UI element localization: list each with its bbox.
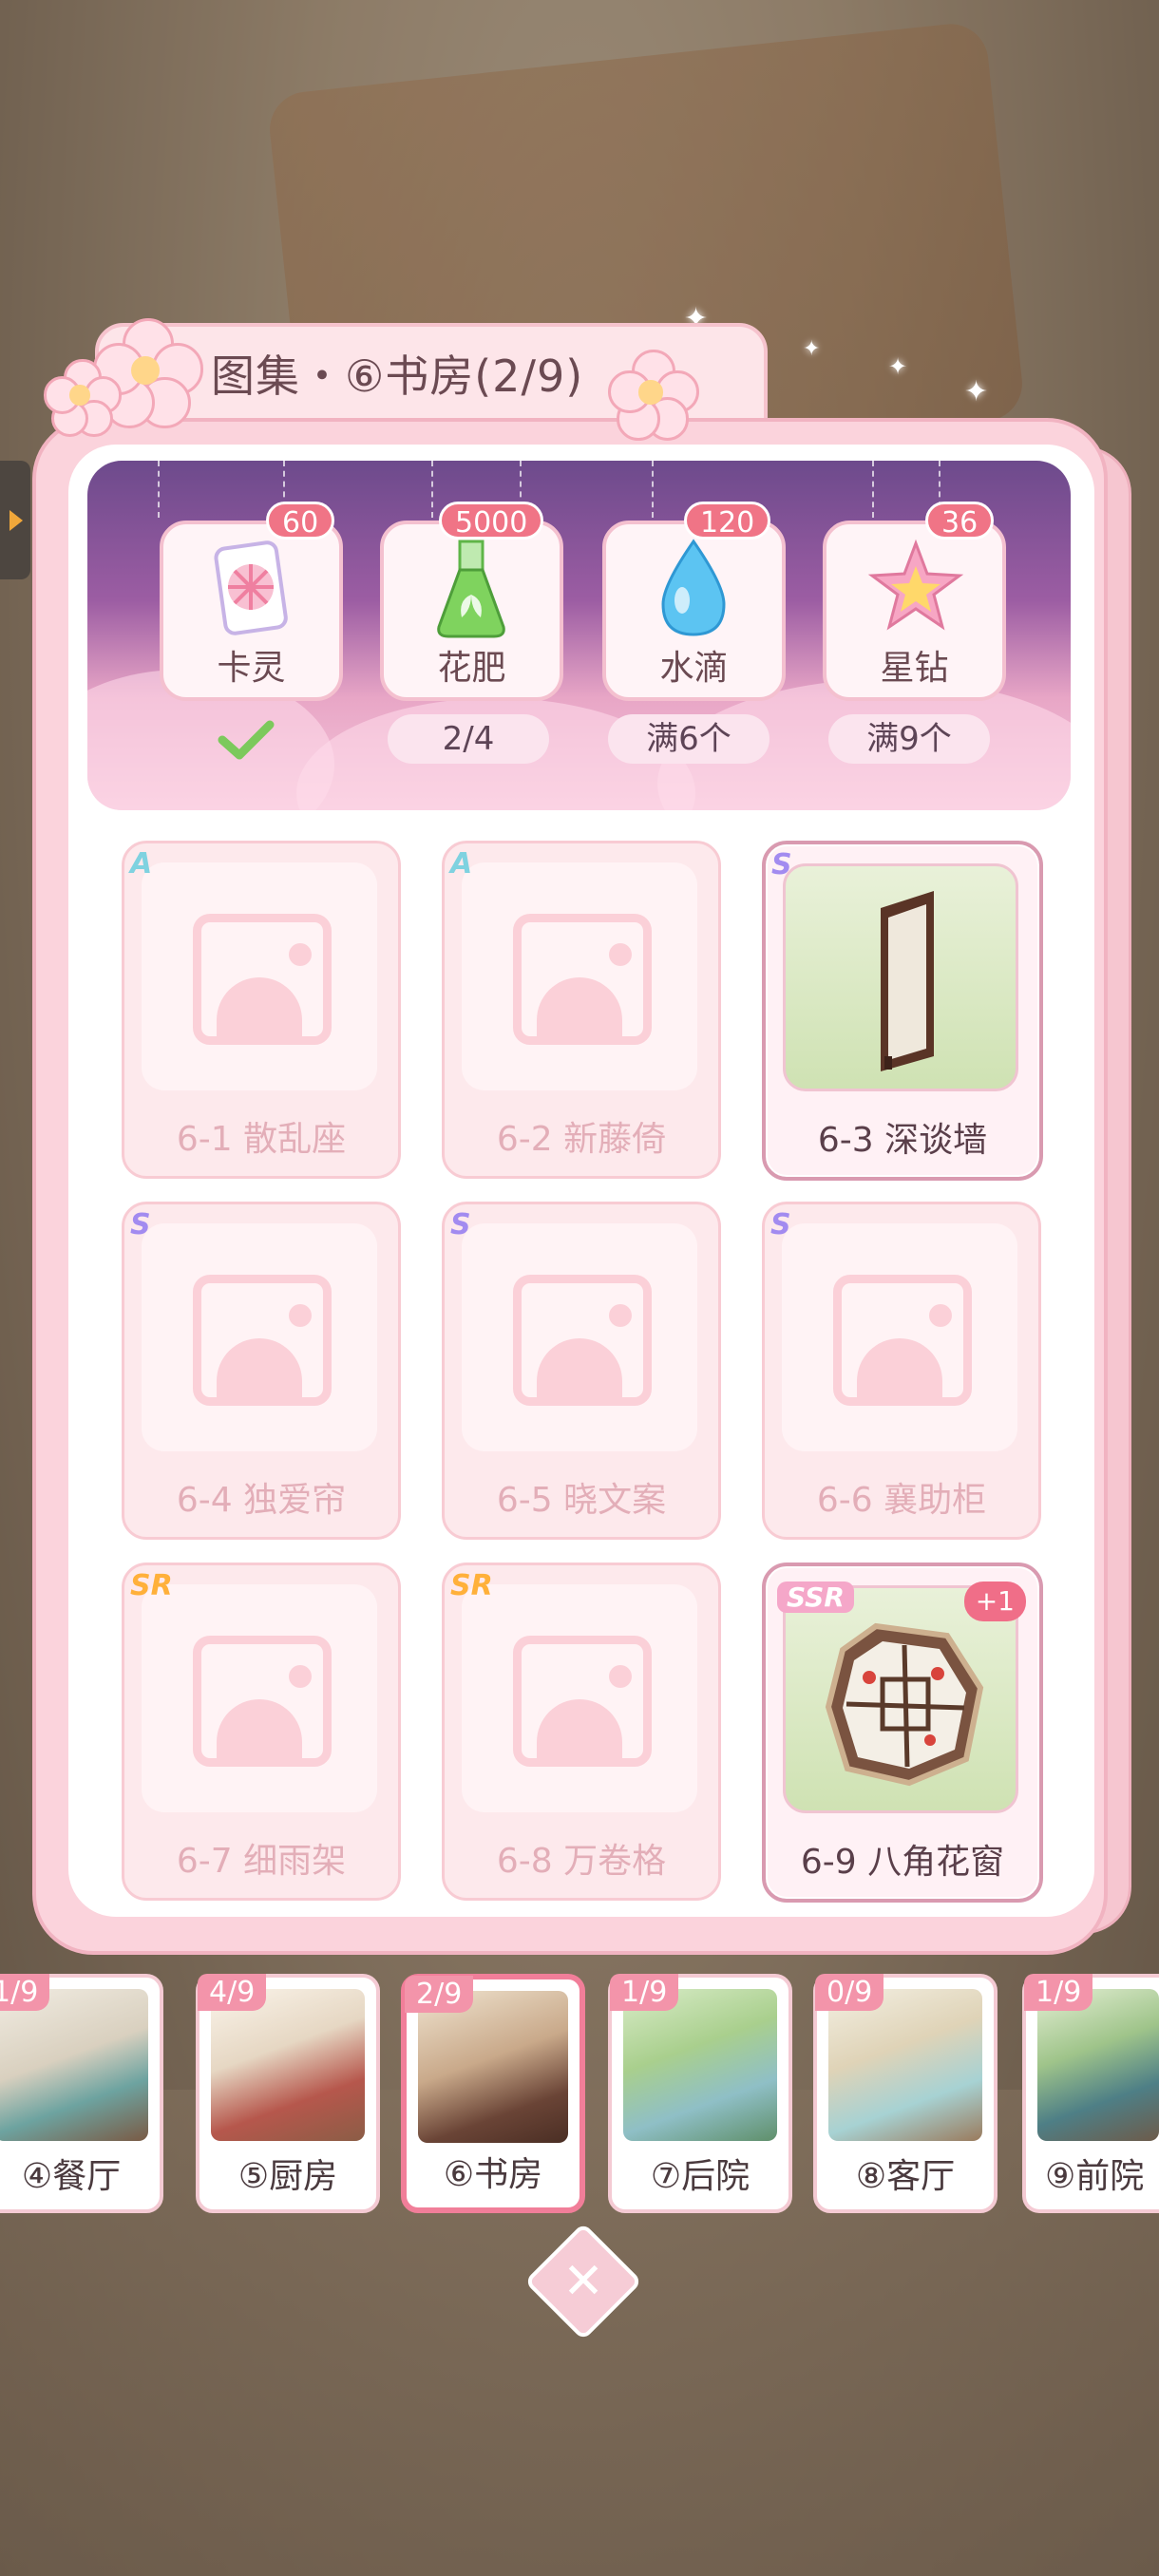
rank-badge: S (771, 848, 792, 881)
reward-card-spirit[interactable]: 卡灵 (160, 521, 343, 701)
room-name: ⑧客厅 (855, 2157, 956, 2196)
sparkle-icon: ✦ (803, 337, 821, 361)
room-tab-living-room[interactable]: 0/9 ⑧客厅 (813, 1974, 998, 2213)
room-thumbnail (0, 1989, 148, 2141)
sparkle-icon: ✦ (964, 375, 989, 408)
item-image-placeholder (142, 1584, 377, 1812)
room-name: ⑦后院 (650, 2157, 750, 2196)
item-name: 6-2 新藤倚 (496, 1120, 667, 1159)
reward-card-water[interactable]: 水滴 (602, 521, 786, 701)
room-name: ⑨前院 (1045, 2157, 1145, 2196)
item-name: 6-9 八角花窗 (800, 1843, 1005, 1882)
rank-badge: SR (450, 1569, 493, 1602)
rank-badge: SR (130, 1569, 173, 1602)
item-image-placeholder (462, 1584, 697, 1812)
item-image (783, 863, 1018, 1091)
reward-condition: 2/4 (388, 714, 549, 764)
rank-badge: A (450, 847, 473, 881)
collection-card[interactable]: A 6-1 散乱座 (122, 841, 401, 1179)
item-image-placeholder (142, 1223, 377, 1451)
image-placeholder-icon (833, 1275, 972, 1406)
room-progress-badge: 1/9 (0, 1974, 50, 2011)
page-title: 图集・⑥书房(2/9) (211, 350, 584, 402)
image-placeholder-icon (513, 914, 652, 1045)
water-drop-icon (661, 539, 726, 636)
reward-condition: 满9个 (828, 714, 990, 764)
collection-card[interactable]: S 6-3 深谈墙 (762, 841, 1043, 1181)
card-icon (214, 540, 288, 635)
room-tab-kitchen[interactable]: 4/9 ⑤厨房 (196, 1974, 380, 2213)
item-name: 6-5 晓文案 (496, 1481, 667, 1520)
image-placeholder-icon (513, 1636, 652, 1767)
reward-count-badge: 5000 (439, 502, 544, 540)
room-thumbnail (418, 1991, 568, 2143)
room-thumbnail (1037, 1989, 1159, 2141)
item-name: 6-1 散乱座 (176, 1120, 347, 1159)
rank-badge: S (130, 1208, 151, 1241)
reward-label: 花肥 (437, 649, 506, 688)
collection-card[interactable]: SSR +1 6-9 八角花窗 (762, 1563, 1043, 1903)
room-name: ④餐厅 (21, 2157, 122, 2196)
reward-count-badge: 120 (684, 502, 771, 540)
room-thumbnail (211, 1989, 365, 2141)
collection-card[interactable]: S 6-4 独爱帘 (122, 1202, 401, 1540)
room-tab-front-yard[interactable]: 1/9 ⑨前院 (1022, 1974, 1159, 2213)
item-image-placeholder (462, 1223, 697, 1451)
rank-badge: A (130, 847, 153, 881)
rank-badge: S (770, 1208, 791, 1241)
arrow-right-icon (10, 510, 23, 531)
reward-count-badge: 36 (925, 502, 995, 540)
item-image-placeholder (142, 862, 377, 1090)
room-name: ⑤厨房 (238, 2157, 338, 2196)
collection-card[interactable]: S 6-6 襄助柜 (762, 1202, 1041, 1540)
reward-label: 卡灵 (217, 649, 286, 688)
item-image-placeholder (462, 862, 697, 1090)
room-progress-badge: 1/9 (1024, 1974, 1093, 2011)
extra-count-badge: +1 (963, 1582, 1026, 1621)
room-thumbnail (828, 1989, 982, 2141)
room-tab-study[interactable]: 2/9 ⑥书房 (401, 1974, 585, 2213)
item-name: 6-7 细雨架 (176, 1842, 347, 1881)
item-name: 6-8 万卷格 (496, 1842, 667, 1881)
room-progress-badge: 0/9 (815, 1974, 884, 2011)
room-thumbnail (623, 1989, 777, 2141)
item-image-placeholder (782, 1223, 1017, 1451)
side-expand-tab[interactable] (0, 461, 30, 579)
reward-label: 水滴 (659, 649, 729, 688)
item-name: 6-3 深谈墙 (817, 1121, 988, 1160)
rank-badge: S (450, 1208, 471, 1241)
octagonal-window-icon (825, 1622, 984, 1787)
star-diamond-icon (867, 539, 964, 631)
collection-card[interactable]: SR 6-8 万卷格 (442, 1563, 721, 1901)
close-icon: ✕ (562, 2253, 604, 2310)
reward-card-star-diamond[interactable]: 星钻 (823, 521, 1006, 701)
image-placeholder-icon (193, 914, 332, 1045)
wall-screen-icon (881, 891, 934, 1071)
collection-card[interactable]: S 6-5 晓文案 (442, 1202, 721, 1540)
room-tab-backyard[interactable]: 1/9 ⑦后院 (608, 1974, 792, 2213)
collection-card[interactable]: SR 6-7 细雨架 (122, 1563, 401, 1901)
flower-icon (608, 350, 699, 441)
fertilizer-flask-icon (437, 540, 505, 638)
room-progress-badge: 2/9 (405, 1976, 474, 2013)
claimed-check-icon (218, 720, 275, 760)
item-name: 6-6 襄助柜 (816, 1481, 987, 1520)
image-placeholder-icon (193, 1275, 332, 1406)
reward-card-fertilizer[interactable]: 花肥 (380, 521, 563, 701)
image-placeholder-icon (193, 1636, 332, 1767)
room-name: ⑥书房 (443, 2155, 543, 2194)
room-progress-badge: 1/9 (610, 1974, 679, 2011)
room-progress-badge: 4/9 (198, 1974, 267, 2011)
item-name: 6-4 独爱帘 (176, 1481, 347, 1520)
reward-count-badge: 60 (266, 502, 335, 540)
sparkle-icon: ✦ (888, 353, 908, 380)
collection-card[interactable]: A 6-2 新藤倚 (442, 841, 721, 1179)
reward-label: 星钻 (880, 649, 949, 688)
reward-condition: 满6个 (608, 714, 770, 764)
image-placeholder-icon (513, 1275, 652, 1406)
room-tab-dining[interactable]: 1/9 ④餐厅 (0, 1974, 163, 2213)
flower-icon (44, 359, 122, 437)
rank-badge: SSR (777, 1582, 854, 1613)
